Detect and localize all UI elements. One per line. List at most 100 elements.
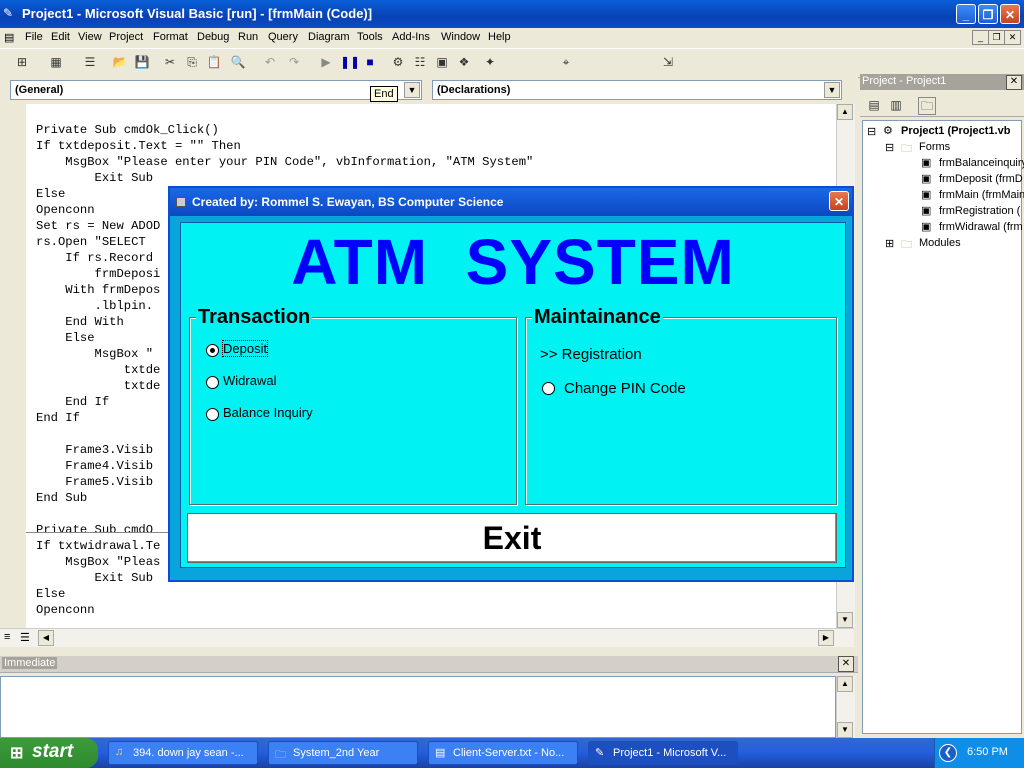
properties-window-icon[interactable]: ☷ (412, 54, 428, 70)
menu-add-ins[interactable]: Add-Ins (392, 31, 430, 43)
object-browser-icon[interactable]: ❖ (456, 54, 472, 70)
mdi-minimize-button[interactable]: _ (972, 30, 989, 45)
restore-button[interactable]: ❐ (978, 4, 998, 24)
expand-icon[interactable]: ⊞ (885, 237, 894, 250)
toggle-folders-icon[interactable]: 🗀 (918, 97, 936, 115)
tree-project-root[interactable]: Project1 (Project1.vb (901, 125, 1010, 137)
full-module-view-icon[interactable]: ☰ (20, 631, 30, 644)
chevron-down-icon[interactable]: ▼ (404, 82, 420, 98)
menu-tools[interactable]: Tools (357, 31, 383, 43)
collapse-icon[interactable]: ⊟ (867, 125, 876, 138)
view-object-icon[interactable]: ▥ (888, 97, 904, 113)
immediate-scrollbar[interactable]: ▲ ▼ (836, 676, 855, 738)
menu-debug[interactable]: Debug (197, 31, 229, 43)
tree-form-item[interactable]: frmDeposit (frmD (939, 173, 1023, 185)
tree-forms-folder[interactable]: Forms (919, 141, 950, 153)
minimize-button[interactable]: _ (956, 4, 976, 24)
add-project-icon[interactable]: ⊞ (14, 54, 30, 70)
tree-modules-folder[interactable]: Modules (919, 237, 961, 249)
procedure-view-icon[interactable]: ≡ (4, 631, 10, 643)
close-icon[interactable]: ✕ (1006, 75, 1022, 90)
balance-inquiry-radio[interactable] (206, 408, 219, 421)
project-tree[interactable]: ⊟ ⚙ Project1 (Project1.vb ⊟ 🗀 Forms ▣ fr… (862, 120, 1024, 734)
scroll-up-icon[interactable]: ▲ (837, 104, 853, 120)
mdi-restore-button[interactable]: ❐ (988, 30, 1005, 45)
deposit-label[interactable]: Deposit (221, 340, 269, 357)
chevron-down-icon[interactable]: ▼ (824, 82, 840, 98)
scroll-down-icon[interactable]: ▼ (837, 722, 853, 738)
find-icon[interactable]: 🔍 (230, 54, 246, 70)
code-window-icon[interactable]: ▤ (4, 31, 14, 44)
tree-form-item[interactable]: frmBalanceinquiry (939, 157, 1024, 169)
change-pin-label[interactable]: Change PIN Code (564, 380, 686, 397)
tree-form-item[interactable]: frmRegistration ( (939, 205, 1020, 217)
scroll-down-icon[interactable]: ▼ (837, 612, 853, 628)
title-bar[interactable]: ✎ Project1 - Microsoft Visual Basic [run… (0, 0, 1024, 28)
code-line[interactable]: Exit Sub (36, 170, 533, 186)
taskbar-item[interactable]: ♫ 394. down jay sean -... (108, 741, 258, 765)
widrawal-label[interactable]: Widrawal (223, 373, 276, 388)
menu-edit[interactable]: Edit (51, 31, 70, 43)
start-icon[interactable]: ▶ (318, 54, 334, 70)
vb-app-icon[interactable]: ✎ (3, 6, 17, 20)
save-project-icon[interactable]: 💾 (134, 54, 150, 70)
cut-icon[interactable]: ✂ (162, 54, 178, 70)
procedure-combo[interactable]: (Declarations) ▼ (432, 80, 842, 100)
code-line[interactable]: Private Sub cmdOk_Click() (36, 122, 533, 138)
menu-query[interactable]: Query (268, 31, 298, 43)
break-icon[interactable]: ❚❚ (340, 54, 360, 70)
immediate-input[interactable] (0, 676, 836, 738)
taskbar-item[interactable]: ✎ Project1 - Microsoft V... (588, 741, 738, 765)
collapse-icon[interactable]: ⊟ (885, 141, 894, 154)
tree-form-item[interactable]: frmMain (frmMain (939, 189, 1024, 201)
exit-button[interactable]: Exit (187, 513, 837, 563)
scroll-up-icon[interactable]: ▲ (837, 676, 853, 692)
registration-link[interactable]: >> Registration (540, 346, 642, 363)
menu-file[interactable]: File (25, 31, 43, 43)
paste-icon[interactable]: 📋 (206, 54, 222, 70)
change-pin-radio[interactable] (542, 382, 555, 395)
object-combo[interactable]: (General) ▼ (10, 80, 422, 100)
menu-help[interactable]: Help (488, 31, 511, 43)
clock[interactable]: 6:50 PM (967, 746, 1008, 758)
open-project-icon[interactable]: 📂 (112, 54, 128, 70)
size-icon: ⇲ (662, 55, 674, 69)
scroll-left-icon[interactable]: ◀ (38, 630, 54, 646)
tree-form-item[interactable]: frmWidrawal (frm (939, 221, 1023, 233)
menu-view[interactable]: View (78, 31, 102, 43)
widrawal-radio[interactable] (206, 376, 219, 389)
code-line[interactable]: MsgBox "Please enter your PIN Code", vbI… (36, 154, 533, 170)
chevron-left-icon[interactable]: ❮ (939, 744, 957, 762)
scroll-right-icon[interactable]: ▶ (818, 630, 834, 646)
form-layout-icon[interactable]: ▣ (434, 54, 450, 70)
undo-icon[interactable]: ↶ (262, 54, 278, 70)
start-button[interactable]: ⊞ start (0, 738, 98, 768)
redo-icon[interactable]: ↷ (286, 54, 302, 70)
code-line[interactable]: Openconn (36, 602, 533, 618)
form-icon: ▣ (921, 189, 932, 201)
dialog-close-button[interactable]: ✕ (829, 191, 849, 211)
dialog-title-bar[interactable]: Created by: Rommel S. Ewayan, BS Compute… (170, 188, 852, 216)
menu-diagram[interactable]: Diagram (308, 31, 350, 43)
project-explorer-icon[interactable]: ⚙ (390, 54, 406, 70)
taskbar-item[interactable]: 🗀 System_2nd Year (268, 741, 418, 765)
code-horizontal-scrollbar[interactable]: ≡ ☰ ◀ ▶ (0, 628, 854, 647)
menu-run[interactable]: Run (238, 31, 258, 43)
end-icon[interactable]: ■ (362, 54, 378, 70)
menu-editor-icon[interactable]: ☰ (82, 54, 98, 70)
close-button[interactable]: ✕ (1000, 4, 1020, 24)
menu-format[interactable]: Format (153, 31, 188, 43)
code-line[interactable]: Else (36, 586, 533, 602)
toolbox-icon[interactable]: ✦ (482, 54, 498, 70)
deposit-radio[interactable] (206, 344, 219, 357)
balance-inquiry-label[interactable]: Balance Inquiry (223, 405, 313, 420)
close-icon[interactable]: ✕ (838, 656, 854, 672)
view-code-icon[interactable]: ▤ (866, 97, 882, 113)
menu-project[interactable]: Project (109, 31, 143, 43)
add-form-icon[interactable]: ▦ (48, 54, 64, 70)
copy-icon[interactable]: ⎘ (184, 54, 200, 70)
code-line[interactable]: If txtdeposit.Text = "" Then (36, 138, 533, 154)
taskbar-item[interactable]: ▤ Client-Server.txt - No... (428, 741, 578, 765)
menu-window[interactable]: Window (441, 31, 480, 43)
mdi-close-button[interactable]: ✕ (1004, 30, 1021, 45)
